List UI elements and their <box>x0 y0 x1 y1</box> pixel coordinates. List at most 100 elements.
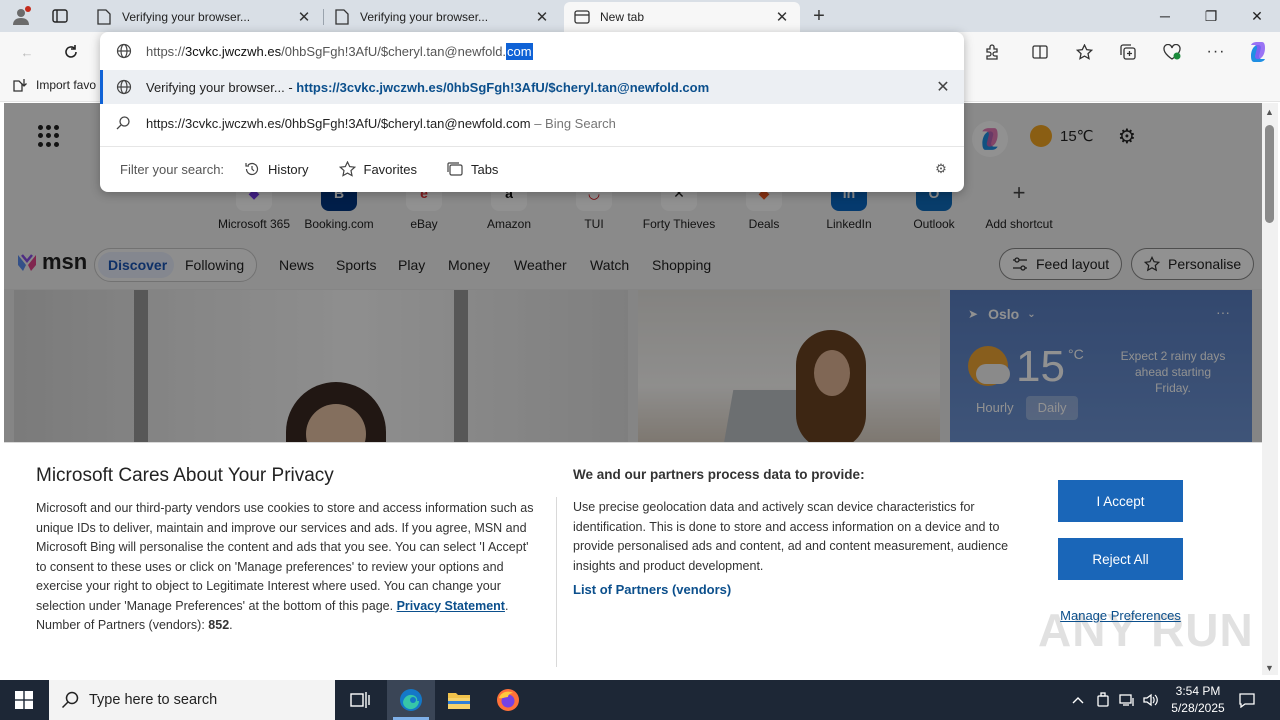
scroll-down-icon[interactable]: ▼ <box>1265 663 1274 673</box>
tray-device-icon[interactable] <box>1092 680 1114 720</box>
url-rest: /0hbSgFgh!3AfU/$cheryl.tan@newfold. <box>281 43 507 59</box>
suggestion-sep: - <box>284 79 297 95</box>
edge-icon <box>400 689 422 711</box>
taskbar-search-box[interactable]: Type here to search <box>49 680 335 720</box>
tabs-icon <box>447 162 463 176</box>
tab-verifying-2[interactable]: Verifying your browser... ✕ <box>324 2 560 32</box>
period: . <box>504 598 509 613</box>
windows-taskbar: Type here to search 3:54 PM 5/28/2025 <box>0 680 1280 720</box>
profile-avatar[interactable] <box>10 5 32 27</box>
task-view-button[interactable] <box>336 680 384 720</box>
windows-logo-icon <box>15 691 33 709</box>
tab-actions-icon <box>52 9 68 23</box>
restore-button[interactable]: ❐ <box>1188 0 1234 32</box>
notifications-icon[interactable] <box>1236 680 1258 720</box>
star-icon <box>338 161 356 177</box>
search-filter-row: Filter your search: History Favorites Ta… <box>100 152 964 186</box>
url-prefix: https:// <box>146 43 186 59</box>
clock-date: 5/28/2025 <box>1171 701 1225 715</box>
address-bar-dropdown: https://3cvkc.jwczwh.es/0hbSgFgh!3AfU/$c… <box>100 32 964 192</box>
partners-heading: We and our partners process data to prov… <box>573 467 865 482</box>
search-settings-gear-icon[interactable]: ⚙ <box>932 160 950 178</box>
extensions-button[interactable] <box>978 40 1006 64</box>
scrollbar-thumb[interactable] <box>1265 125 1274 223</box>
address-bar-url[interactable]: https://3cvkc.jwczwh.es/0hbSgFgh!3AfU/$c… <box>146 42 533 60</box>
list-of-partners-link[interactable]: List of Partners (vendors) <box>573 582 731 597</box>
search-icon <box>61 691 79 709</box>
history-icon <box>245 162 259 176</box>
tab-verifying-1[interactable]: Verifying your browser... ✕ <box>86 2 322 32</box>
import-favorites-button[interactable]: Import favo <box>12 78 96 92</box>
tray-chevron-icon[interactable] <box>1066 680 1090 720</box>
accept-button[interactable]: I Accept <box>1058 480 1183 522</box>
manage-preferences-link[interactable]: Manage Preferences <box>1058 608 1183 623</box>
url-selected-text: com <box>506 42 533 60</box>
task-view-icon <box>350 692 370 708</box>
start-button[interactable] <box>0 680 48 720</box>
suggestion-history[interactable]: Verifying your browser... - https://3cvk… <box>100 70 964 104</box>
suggestion-bing-search[interactable]: https://3cvkc.jwczwh.es/0hbSgFgh!3AfU/$c… <box>100 106 964 140</box>
star-icon <box>1075 44 1093 60</box>
minimize-icon: ─ <box>1160 8 1170 24</box>
taskbar-edge[interactable] <box>387 680 435 720</box>
minimize-button[interactable]: ─ <box>1142 0 1188 32</box>
dropdown-divider <box>100 146 964 147</box>
filter-tabs-label: Tabs <box>470 161 499 177</box>
plus-icon: + <box>813 4 825 27</box>
split-screen-icon <box>1032 45 1048 59</box>
back-arrow-icon: ← <box>20 44 34 60</box>
partners-count-label: Number of Partners (vendors): <box>36 618 209 632</box>
suggestion-engine: – Bing Search <box>530 115 616 131</box>
tab-close-icon[interactable]: ✕ <box>774 9 790 26</box>
privacy-consent-banner: Microsoft Cares About Your Privacy Micro… <box>4 442 1262 675</box>
tab-close-icon[interactable]: ✕ <box>296 9 312 26</box>
title-bar: Verifying your browser... ✕ Verifying yo… <box>0 0 1280 32</box>
scroll-up-icon[interactable]: ▲ <box>1265 107 1274 117</box>
remove-suggestion-icon[interactable]: ✕ <box>934 78 952 96</box>
browser-essentials-button[interactable] <box>1158 40 1186 64</box>
filter-history-label: History <box>268 161 309 177</box>
page-scrollbar[interactable]: ▲ ▼ <box>1262 103 1278 675</box>
close-window-button[interactable]: ✕ <box>1234 0 1280 32</box>
selection-accent <box>100 70 103 104</box>
tab-close-icon[interactable]: ✕ <box>534 9 550 26</box>
taskbar-file-explorer[interactable] <box>435 680 483 720</box>
settings-more-button[interactable]: ··· <box>1202 40 1230 64</box>
tab-title: Verifying your browser... <box>122 10 251 24</box>
import-favorites-label: Import favo <box>36 78 97 92</box>
privacy-body-text: Microsoft and our third-party vendors us… <box>36 501 534 613</box>
refresh-button[interactable] <box>58 40 84 64</box>
more-dots-icon: ··· <box>1206 43 1226 60</box>
address-bar[interactable]: https://3cvkc.jwczwh.es/0hbSgFgh!3AfU/$c… <box>100 32 964 70</box>
volume-icon[interactable] <box>1140 680 1162 720</box>
page-icon <box>334 9 350 25</box>
firefox-icon <box>497 689 519 711</box>
partners-count: 852 <box>208 618 230 632</box>
partners-body: Use precise geolocation data and activel… <box>573 500 1009 573</box>
suggestion-text: Verifying your browser... - https://3cvk… <box>146 80 709 95</box>
network-icon[interactable] <box>1116 680 1138 720</box>
filter-favorites-label: Favorites <box>363 161 417 177</box>
taskbar-clock[interactable]: 3:54 PM 5/28/2025 <box>1160 683 1236 717</box>
suggestion-title: Verifying your browser... <box>146 79 285 95</box>
copilot-button[interactable] <box>1244 40 1272 64</box>
filter-tabs[interactable]: Tabs <box>447 162 498 177</box>
taskbar-firefox[interactable] <box>484 680 532 720</box>
reject-all-button[interactable]: Reject All <box>1058 538 1183 580</box>
suggestion-text: https://3cvkc.jwczwh.es/0hbSgFgh!3AfU/$c… <box>146 116 616 131</box>
heart-pulse-icon <box>1163 44 1181 60</box>
search-icon <box>116 116 130 130</box>
collections-button[interactable] <box>1114 40 1142 64</box>
filter-history[interactable]: History <box>244 161 309 177</box>
split-screen-button[interactable] <box>1026 40 1054 64</box>
tab-title: New tab <box>600 10 645 24</box>
back-button[interactable]: ← <box>14 40 40 64</box>
period: . <box>229 618 233 632</box>
privacy-statement-link[interactable]: Privacy Statement <box>397 599 505 613</box>
filter-favorites[interactable]: Favorites <box>338 161 417 177</box>
favorites-button[interactable] <box>1070 40 1098 64</box>
tab-new-tab[interactable]: New tab ✕ <box>564 2 800 32</box>
collections-icon <box>1120 44 1136 60</box>
tab-actions-button[interactable] <box>48 6 72 26</box>
new-tab-button[interactable]: + <box>806 4 832 28</box>
